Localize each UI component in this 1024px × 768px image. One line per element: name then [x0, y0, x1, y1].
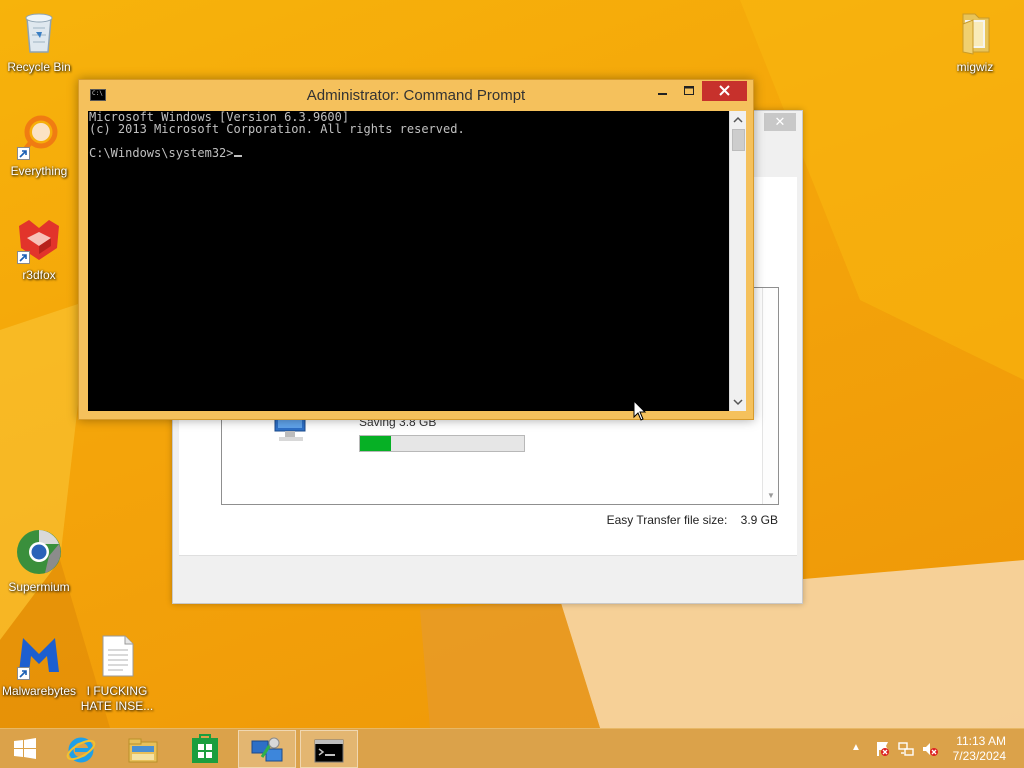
text-cursor	[233, 155, 242, 157]
desktop-icon-malwarebytes[interactable]: Malwarebytes	[0, 632, 79, 699]
command-prompt-button[interactable]	[300, 730, 358, 768]
close-icon	[719, 85, 730, 96]
file-explorer-icon	[128, 738, 158, 763]
console-output[interactable]: Microsoft Windows [Version 6.3.9600] (c)…	[88, 111, 729, 411]
scrollbar-thumb[interactable]	[732, 129, 745, 151]
desktop-icon-label: Recycle Bin	[7, 60, 71, 74]
folder-icon	[951, 8, 999, 56]
console-scrollbar[interactable]	[729, 111, 746, 411]
taskbar: ▲ 11:13 AM 7/23/2024	[0, 728, 1024, 768]
supermium-browser-icon	[15, 528, 63, 576]
action-center-icon[interactable]	[874, 741, 890, 757]
desktop-icon-recycle-bin[interactable]: Recycle Bin	[0, 8, 79, 75]
saving-progress-bar	[359, 435, 525, 452]
easy-transfer-footer	[179, 555, 797, 603]
scroll-down-arrow-icon[interactable]	[730, 394, 746, 410]
show-hidden-icons-button[interactable]: ▲	[851, 742, 867, 758]
minimize-icon	[658, 93, 667, 95]
easy-transfer-icon	[251, 737, 283, 762]
network-icon[interactable]	[898, 741, 914, 757]
file-size-readout: Easy Transfer file size: 3.9 GB	[607, 513, 778, 527]
store-icon	[192, 734, 218, 763]
easy-transfer-close-button[interactable]: ✕	[764, 113, 796, 131]
desktop-icon-label: r3dfox	[22, 268, 56, 282]
store-button[interactable]	[176, 730, 234, 768]
shortcut-arrow-icon	[17, 251, 30, 264]
console-line: (c) 2013 Microsoft Corporation. All righ…	[89, 122, 465, 136]
mouse-pointer-icon	[633, 400, 647, 421]
internet-explorer-icon	[66, 737, 96, 763]
recycle-bin-icon	[15, 8, 63, 56]
text-document-icon	[93, 632, 141, 680]
scroll-up-arrow-icon[interactable]	[730, 112, 746, 128]
windows-logo-icon	[14, 738, 36, 759]
desktop-icon-everything[interactable]: Everything	[0, 112, 79, 179]
close-button[interactable]	[702, 81, 747, 101]
command-prompt-window[interactable]: C:\ Administrator: Command Prompt Micros…	[78, 79, 754, 420]
desktop-icon-label: Everything	[10, 164, 68, 178]
clock[interactable]: 11:13 AM 7/23/2024	[953, 734, 1006, 764]
minimize-button[interactable]	[649, 81, 675, 101]
console-prompt-line: C:\Windows\system32>	[88, 147, 729, 159]
desktop-icon-text-document[interactable]: I FUCKING HATE INSE...	[77, 632, 157, 714]
desktop-icon-label: Supermium	[8, 580, 70, 594]
list-scrollbar[interactable]: ▼	[762, 288, 778, 504]
clock-date: 7/23/2024	[952, 749, 1006, 763]
progress-fill	[360, 436, 392, 451]
shortcut-arrow-icon	[17, 667, 30, 680]
maximize-button[interactable]	[676, 81, 702, 101]
scroll-down-arrow-icon[interactable]: ▼	[767, 491, 775, 500]
shortcut-arrow-icon	[17, 147, 30, 160]
r3dfox-browser-icon	[15, 216, 63, 264]
desktop-icon-label: I FUCKING HATE INSE...	[80, 684, 154, 713]
cmd-title-bar[interactable]: C:\ Administrator: Command Prompt	[79, 80, 753, 110]
desktop-icon-migwiz[interactable]: migwiz	[935, 8, 1015, 75]
internet-explorer-button[interactable]	[52, 730, 110, 768]
easy-transfer-button[interactable]	[238, 730, 296, 768]
volume-muted-icon[interactable]	[922, 741, 938, 757]
desktop: Recycle Bin Everything r3dfox Supermium …	[0, 0, 1024, 728]
file-explorer-button[interactable]	[114, 730, 172, 768]
start-button[interactable]	[0, 730, 50, 768]
file-size-value: 3.9 GB	[740, 513, 778, 527]
malwarebytes-icon	[15, 632, 63, 680]
command-prompt-icon	[314, 739, 344, 763]
everything-search-icon	[15, 112, 63, 160]
file-size-label: Easy Transfer file size:	[606, 513, 728, 527]
maximize-icon	[684, 86, 694, 95]
desktop-icon-supermium[interactable]: Supermium	[0, 528, 79, 595]
desktop-icon-label: migwiz	[956, 60, 994, 74]
desktop-icon-label: Malwarebytes	[1, 684, 77, 698]
desktop-icon-r3dfox[interactable]: r3dfox	[0, 216, 79, 283]
clock-time: 11:13 AM	[956, 734, 1006, 748]
console-prompt: C:\Windows\system32>	[89, 146, 234, 160]
system-tray: ▲ 11:13 AM 7/23/2024	[846, 729, 1024, 768]
